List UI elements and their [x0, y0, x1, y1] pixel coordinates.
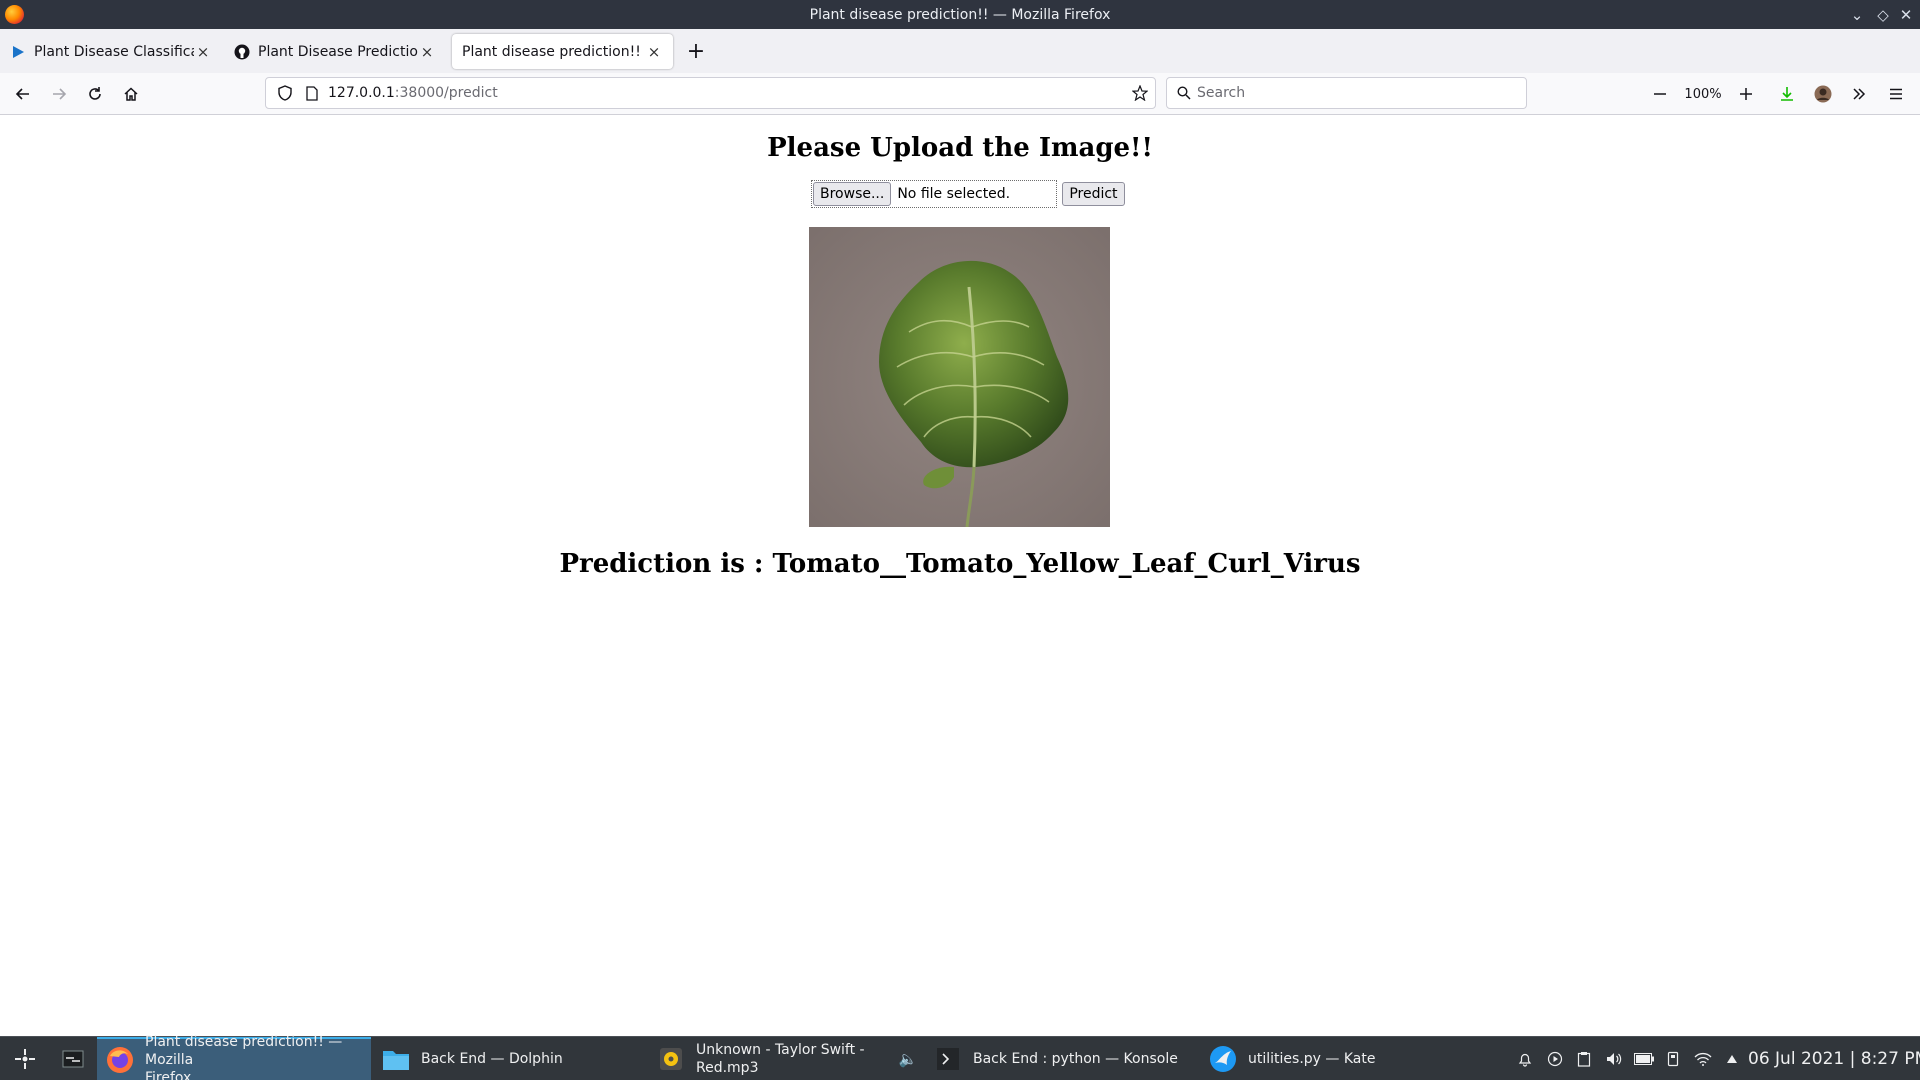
search-icon [1177, 86, 1197, 100]
clock[interactable]: 06 Jul 2021 | 8:27 PM [1748, 1037, 1920, 1080]
terminal-icon [933, 1044, 963, 1074]
url-path: :38000/predict [394, 85, 498, 101]
task-label: utilities.py — Kate [1248, 1051, 1376, 1067]
zoom-level[interactable]: 100% [1684, 79, 1721, 109]
firefox-icon [5, 5, 24, 24]
volume-icon[interactable] [1599, 1037, 1629, 1080]
window-title: Plant disease prediction!! — Mozilla Fir… [809, 6, 1111, 23]
pager-icon [62, 1050, 84, 1068]
overflow-menu-button[interactable] [1844, 79, 1874, 109]
close-tab-icon[interactable]: × [418, 43, 436, 61]
uploaded-leaf-image [809, 227, 1110, 527]
bookmark-star-icon[interactable] [1125, 85, 1155, 101]
window-titlebar: Plant disease prediction!! — Mozilla Fir… [0, 0, 1920, 29]
download-icon [1781, 87, 1793, 101]
back-button[interactable] [8, 79, 38, 109]
task-label-2: Red.mp3 [696, 1060, 759, 1076]
tab-plant-disease-classification[interactable]: Plant Disease Classification × [0, 34, 222, 69]
zoom-out-button[interactable] [1645, 79, 1675, 109]
github-icon [234, 44, 250, 60]
close-icon[interactable]: ✕ [1892, 0, 1920, 29]
plus-icon [1740, 88, 1752, 100]
minus-icon [1654, 93, 1666, 95]
account-button[interactable] [1808, 79, 1838, 109]
new-tab-button[interactable]: + [682, 34, 710, 69]
task-dolphin[interactable]: Back End — Dolphin [373, 1037, 645, 1080]
task-label: Back End : python — Konsole [973, 1051, 1178, 1067]
search-bar[interactable]: Search [1166, 77, 1527, 109]
downloads-button[interactable] [1772, 79, 1802, 109]
forward-arrow-icon [53, 88, 67, 100]
forward-button[interactable] [44, 79, 74, 109]
tab-plant-disease-prediction-github[interactable]: Plant Disease Prediction · I × [224, 34, 446, 69]
expand-tray-icon[interactable] [1717, 1037, 1747, 1080]
prediction-result: Prediction is : Tomato__Tomato_Yellow_Le… [559, 549, 1361, 579]
url-host: 127.0.0.1 [328, 85, 395, 101]
wifi-icon[interactable] [1688, 1037, 1718, 1080]
search-placeholder: Search [1197, 85, 1246, 101]
minimize-icon[interactable]: ⌄ [1843, 0, 1871, 29]
close-tab-icon[interactable]: × [194, 43, 212, 61]
play-icon [10, 44, 26, 60]
reload-icon [89, 87, 101, 100]
navigation-toolbar: 127.0.0.1:38000/predict Search 100% [0, 73, 1920, 115]
back-arrow-icon [15, 88, 29, 100]
file-input[interactable]: Browse... No file selected. [811, 180, 1058, 208]
upload-form: Browse... No file selected. Predict [811, 180, 1125, 208]
clipboard-icon[interactable] [1569, 1037, 1599, 1080]
device-notifier-icon[interactable] [1658, 1037, 1688, 1080]
zoom-in-button[interactable] [1731, 79, 1761, 109]
chevron-double-right-icon [1853, 88, 1866, 100]
task-label: Plant disease prediction!! — Mozilla [145, 1034, 343, 1068]
tab-strip: Plant Disease Classification × Plant Dis… [0, 29, 1920, 73]
tab-label: Plant Disease Classification [34, 43, 194, 60]
page-info-icon[interactable] [306, 85, 328, 101]
home-button[interactable] [116, 79, 146, 109]
media-player-icon[interactable] [1540, 1037, 1570, 1080]
url-bar[interactable]: 127.0.0.1:38000/predict [265, 77, 1156, 109]
task-label: Back End — Dolphin [421, 1051, 563, 1067]
battery-icon[interactable] [1629, 1037, 1659, 1080]
firefox-icon [105, 1045, 135, 1075]
task-kate[interactable]: utilities.py — Kate [1200, 1037, 1475, 1080]
pager-button[interactable] [58, 1037, 88, 1080]
task-label: Unknown - Taylor Swift - [696, 1042, 865, 1058]
browse-button[interactable]: Browse... [813, 182, 892, 206]
close-tab-icon[interactable]: × [645, 43, 663, 61]
hamburger-menu-icon [1890, 88, 1902, 100]
speaker-icon[interactable]: 🔈 [893, 1037, 923, 1080]
launcher-icon [15, 1049, 35, 1069]
page-heading: Please Upload the Image!! [767, 133, 1153, 163]
music-player-icon [656, 1044, 686, 1074]
app-launcher-button[interactable] [8, 1037, 42, 1080]
home-icon [124, 87, 138, 101]
page-content: Please Upload the Image!! Browse... No f… [0, 115, 1920, 1035]
task-firefox[interactable]: Plant disease prediction!! — Mozilla Fir… [97, 1034, 371, 1080]
app-menu-button[interactable] [1881, 79, 1911, 109]
kate-icon [1208, 1044, 1238, 1074]
folder-icon [381, 1044, 411, 1074]
task-konsole[interactable]: Back End : python — Konsole [925, 1037, 1198, 1080]
tab-plant-disease-prediction[interactable]: Plant disease prediction!! × [452, 34, 673, 69]
tracking-shield-icon[interactable] [278, 85, 296, 101]
task-label-2: Firefox [145, 1070, 192, 1080]
reload-button[interactable] [80, 79, 110, 109]
taskbar: Plant disease prediction!! — Mozilla Fir… [0, 1034, 1920, 1080]
tab-label: Plant Disease Prediction · I [258, 43, 418, 60]
predict-button[interactable]: Predict [1062, 182, 1125, 206]
tab-label: Plant disease prediction!! [462, 43, 641, 60]
avatar-icon [1814, 85, 1832, 103]
task-music-player[interactable]: Unknown - Taylor Swift - Red.mp3 [648, 1037, 923, 1080]
file-status: No file selected. [897, 186, 1011, 202]
notifications-icon[interactable] [1510, 1037, 1540, 1080]
